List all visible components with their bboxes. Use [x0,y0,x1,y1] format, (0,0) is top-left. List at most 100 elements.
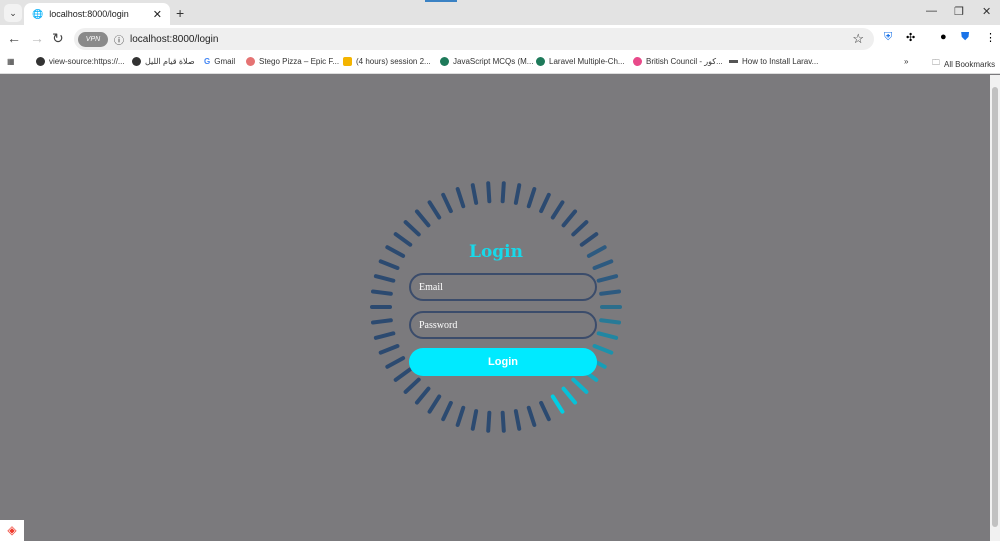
menu-icon[interactable]: ⋮ [985,31,996,44]
bookmark[interactable]: British Council - كور... [633,57,723,66]
google-icon: G [204,57,211,66]
globe-icon [36,57,45,66]
ring-bar [403,377,421,394]
bookmark[interactable]: JavaScript MCQs (M... [440,57,533,66]
bookmark[interactable]: Stego Pizza – Epic F... [246,57,339,66]
site-icon [536,57,545,66]
minimize-button[interactable]: — [926,5,937,17]
security-extension-icon[interactable]: ⛊ [961,31,969,44]
slides-icon [343,57,352,66]
apps-icon[interactable]: ▦ [7,57,15,66]
ring-bar [596,274,619,283]
pizza-icon [246,57,255,66]
bookmarks-bar: ▦ view-source:https://... صلاة قيام اللي… [0,52,1000,74]
extensions-icon[interactable]: ✣ [906,31,915,44]
shield-extension-icon[interactable]: ⛨ [884,31,892,44]
ring-bar [414,386,431,405]
ring-bar [427,200,442,220]
ring-bar [586,245,607,258]
url-text: localhost:8000/login [130,33,219,45]
ring-bar [370,318,393,325]
ring-bar [455,187,466,209]
ring-bar [550,200,565,220]
ring-bar [441,192,453,214]
scrollbar[interactable] [990,75,1000,541]
ring-bar [599,289,622,296]
site-icon [729,60,738,63]
ring-bar [592,259,614,270]
vpn-badge[interactable]: VPN [78,31,108,47]
restore-button[interactable]: ❐ [954,5,964,18]
ring-bar [561,209,578,228]
ring-bar [427,394,442,414]
back-icon[interactable]: ← [7,30,21,46]
ring-bar [500,181,506,204]
ring-bar [370,289,393,296]
accent-line [425,0,457,2]
ring-bar [385,245,406,258]
ring-bar [526,405,537,427]
bookmark[interactable]: view-source:https://... [36,57,125,66]
ring-bar [571,377,589,394]
british-council-icon [633,57,642,66]
site-icon [440,57,449,66]
ring-bar [385,356,406,369]
folder-icon: 🗀 [932,58,940,67]
ring-bar [373,331,396,340]
globe-icon: 🌐 [32,8,44,19]
profile-icon[interactable]: ● [940,31,947,43]
ring-bar [571,220,589,237]
tab-search-button[interactable]: ⌄ [4,4,22,22]
close-tab-icon[interactable]: ✕ [153,8,162,21]
more-bookmarks-icon[interactable]: » [904,57,908,66]
password-input[interactable] [409,311,597,339]
ring-bar [513,183,522,205]
bookmark[interactable]: (4 hours) session 2... [343,57,431,66]
loading-ring [370,181,622,433]
ring-bar [441,400,453,422]
ring-bar [561,386,578,405]
email-input[interactable] [409,273,597,301]
ring-bar [455,405,466,427]
ring-bar [596,331,619,340]
bookmark[interactable]: G Gmail [204,57,235,66]
star-icon[interactable]: ☆ [852,31,864,47]
tab-bar: ⌄ 🌐 localhost:8000/login ✕ + — ❐ ✕ [0,0,1000,25]
bookmark[interactable]: How to Install Larav... [729,57,818,66]
ring-bar [378,344,400,355]
all-bookmarks[interactable]: 🗀 All Bookmarks [932,57,995,71]
ring-bar [486,410,492,433]
ring-bar [470,183,479,205]
ring-bar [539,400,551,422]
address-bar[interactable]: VPN ⓘ localhost:8000/login ☆ [74,28,874,50]
ring-bar [592,344,614,355]
bookmark[interactable]: Laravel Multiple-Ch... [536,57,625,66]
laravel-icon[interactable]: ◈ [0,520,24,541]
tab-title: localhost:8000/login [49,9,129,19]
ring-bar [378,259,400,270]
ring-bar [393,367,413,382]
login-button[interactable]: Login [409,348,597,376]
globe-icon [132,57,141,66]
ring-bar [486,181,492,204]
ring-bar [414,209,431,228]
ring-bar [550,394,565,414]
ring-bar [579,232,599,247]
forward-icon[interactable]: → [30,30,44,46]
ring-bar [526,187,537,209]
scrollbar-thumb[interactable] [992,87,998,527]
ring-bar [470,409,479,431]
login-title: Login [469,242,523,262]
toolbar: ← → ↻ VPN ⓘ localhost:8000/login ☆ ⛨ ✣ ● ⛊ … [0,25,1000,52]
ring-bar [393,232,413,247]
ring-bar [373,274,396,283]
ring-bar [539,192,551,214]
ring-bar [500,410,506,433]
info-icon[interactable]: ⓘ [114,32,124,47]
reload-icon[interactable]: ↻ [52,30,64,47]
bookmark[interactable]: صلاة قيام الليل [132,57,195,66]
tab-active[interactable]: 🌐 localhost:8000/login ✕ [24,3,170,25]
ring-bar [599,318,622,325]
close-window-button[interactable]: ✕ [982,5,991,18]
new-tab-button[interactable]: + [176,5,184,21]
